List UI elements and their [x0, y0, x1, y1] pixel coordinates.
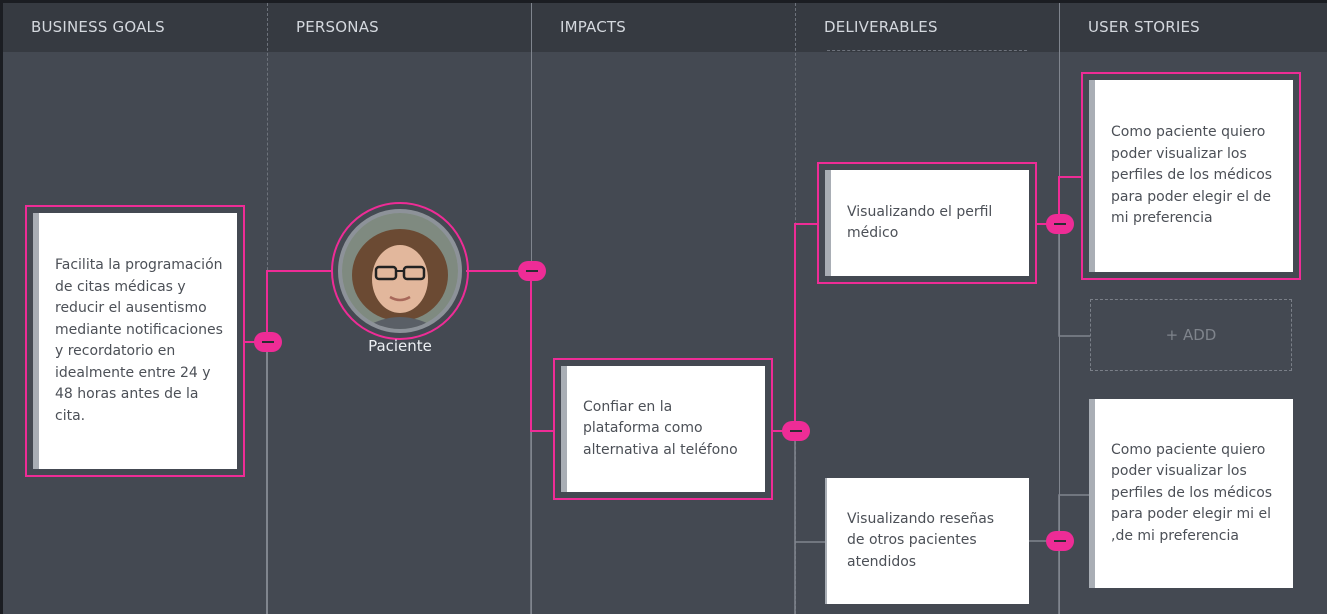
- collapse-toggle[interactable]: [518, 261, 546, 281]
- deliverable-card[interactable]: Visualizando el perfil médico: [825, 170, 1029, 276]
- add-label: + ADD: [1165, 326, 1217, 344]
- deliverable-text: Visualizando reseñas de otros pacientes …: [847, 510, 995, 570]
- user-story-card[interactable]: Como paciente quiero poder visualizar lo…: [1089, 80, 1293, 272]
- business-goal-card[interactable]: Facilita la programación de citas médica…: [33, 213, 237, 469]
- collapse-toggle[interactable]: [782, 421, 810, 441]
- collapse-toggle[interactable]: [254, 332, 282, 352]
- drop-zone-edge: [827, 50, 1027, 52]
- collapse-toggle[interactable]: [1046, 531, 1074, 551]
- impact-map-board: BUSINESS GOALS PERSONAS IMPACTS DELIVERA…: [3, 3, 1327, 614]
- deliverable-card[interactable]: Visualizando reseñas de otros pacientes …: [825, 478, 1029, 604]
- person-photo-icon: [342, 213, 458, 329]
- user-story-text: Como paciente quiero poder visualizar lo…: [1111, 124, 1273, 227]
- collapse-toggle[interactable]: [1046, 214, 1074, 234]
- persona-name: Paciente: [368, 337, 432, 355]
- impact-text: Confiar en la plataforma como alternativ…: [583, 398, 738, 458]
- impact-card[interactable]: Confiar en la plataforma como alternativ…: [561, 366, 765, 492]
- business-goal-text: Facilita la programación de citas médica…: [55, 257, 223, 424]
- user-story-card[interactable]: Como paciente quiero poder visualizar lo…: [1089, 399, 1293, 588]
- persona-avatar[interactable]: [338, 209, 462, 333]
- user-story-text: Como paciente quiero poder visualizar lo…: [1111, 441, 1273, 544]
- add-user-story-button[interactable]: + ADD: [1090, 299, 1292, 371]
- deliverable-text: Visualizando el perfil médico: [847, 203, 993, 242]
